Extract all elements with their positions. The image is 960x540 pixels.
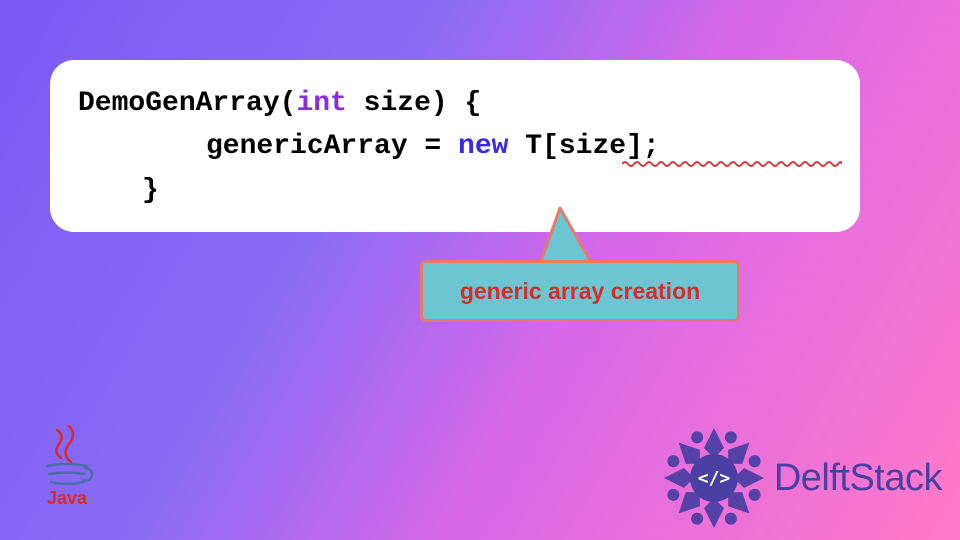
code-snippet-box: DemoGenArray(int size) { genericArray = …	[50, 60, 860, 232]
java-logo-label: Java	[47, 488, 87, 509]
error-squiggle	[622, 160, 842, 168]
svg-text:</>: </>	[698, 468, 731, 489]
code-text: size) {	[347, 88, 481, 119]
code-line-1: DemoGenArray(int size) {	[78, 82, 832, 125]
delftstack-rosette-icon: </>	[660, 424, 768, 532]
code-text: genericArray =	[206, 131, 458, 162]
delftstack-logo: </> DelftStack	[660, 424, 942, 532]
code-text: }	[142, 175, 159, 206]
code-text: T[size];	[508, 131, 659, 162]
java-cup-icon	[39, 422, 95, 492]
keyword-new: new	[458, 131, 508, 162]
code-text: DemoGenArray(	[78, 88, 296, 119]
keyword-int: int	[296, 88, 346, 119]
callout-text: generic array creation	[460, 278, 700, 305]
error-callout: generic array creation	[420, 260, 740, 322]
callout-arrow	[540, 208, 600, 264]
code-line-3: }	[78, 169, 832, 212]
java-logo: Java	[28, 422, 106, 522]
delftstack-logo-label: DelftStack	[774, 457, 942, 500]
